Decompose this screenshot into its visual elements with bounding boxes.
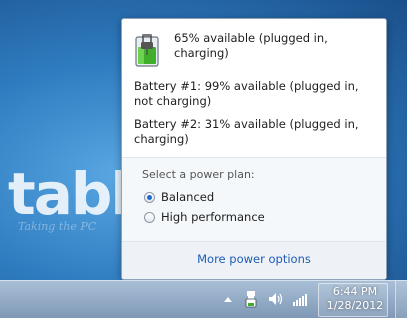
radio-button[interactable] bbox=[144, 211, 155, 223]
battery-status-text: 65% available (plugged in, charging) bbox=[174, 31, 328, 60]
plan-option-label: Balanced bbox=[161, 190, 215, 204]
battery-flyout: 65% available (plugged in, charging) Bat… bbox=[121, 18, 387, 280]
wallpaper-tagline: Taking the PC bbox=[18, 220, 97, 233]
plan-option-label: High performance bbox=[161, 210, 265, 224]
plan-option-balanced[interactable]: Balanced bbox=[144, 189, 214, 205]
clock-time: 6:44 PM bbox=[332, 285, 378, 298]
wallpaper-logo-text: tabl bbox=[8, 160, 130, 228]
network-signal-icon[interactable] bbox=[292, 290, 308, 308]
power-plan-heading: Select a power plan: bbox=[142, 168, 255, 181]
plan-option-high-performance[interactable]: High performance bbox=[144, 209, 265, 225]
battery-status-row: 65% available (plugged in, charging) bbox=[134, 29, 374, 73]
more-power-options-link[interactable]: More power options bbox=[122, 252, 386, 266]
flyout-footer: More power options bbox=[122, 241, 386, 279]
taskbar: 6:44 PM 1/28/2012 bbox=[0, 280, 407, 318]
battery-2-status: Battery #2: 31% available (plugged in, c… bbox=[134, 117, 359, 146]
battery-charging-icon bbox=[135, 34, 159, 67]
battery-1-status: Battery #1: 99% available (plugged in, n… bbox=[134, 79, 359, 108]
clock[interactable]: 6:44 PM 1/28/2012 bbox=[320, 285, 390, 313]
power-plug-icon[interactable] bbox=[244, 290, 258, 308]
show-desktop-button[interactable] bbox=[395, 281, 407, 318]
speaker-icon[interactable] bbox=[268, 290, 284, 308]
radio-button-selected[interactable] bbox=[144, 191, 155, 203]
power-plan-section: Select a power plan: Balanced High perfo… bbox=[122, 157, 386, 242]
show-hidden-icons-arrow-icon[interactable] bbox=[223, 290, 233, 308]
clock-date: 1/28/2012 bbox=[326, 299, 384, 312]
